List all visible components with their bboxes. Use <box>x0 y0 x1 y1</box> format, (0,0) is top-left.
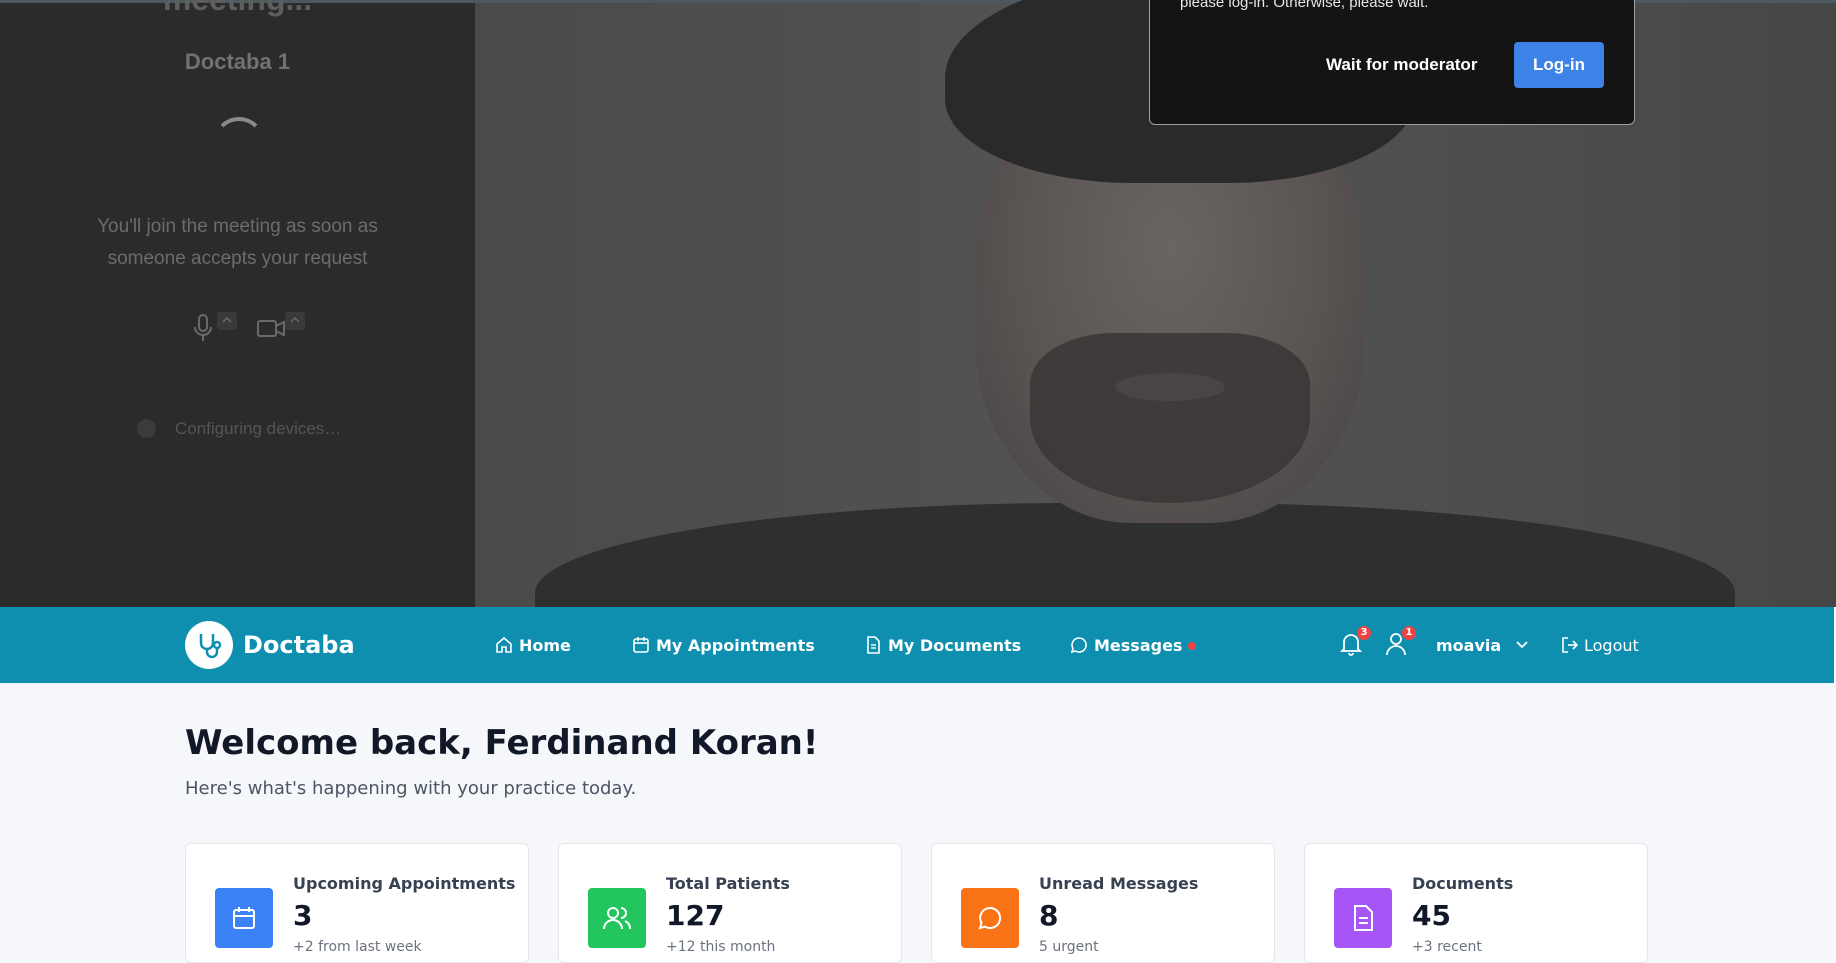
card-label: Upcoming Appointments <box>293 874 516 893</box>
configuring-status: Configuring devices… <box>175 419 342 438</box>
card-value: 45 <box>1412 899 1451 932</box>
meeting-area: meeting... Doctaba 1 You'll join the mee… <box>0 0 1836 607</box>
loading-spinner <box>213 117 265 169</box>
users-icon <box>588 888 646 948</box>
chat-icon <box>961 888 1019 948</box>
card-value: 127 <box>666 899 725 932</box>
nav-my-appointments-label: My Appointments <box>656 635 815 655</box>
camera-preview: please log-in. Otherwise, please wait. W… <box>475 0 1836 607</box>
brand[interactable]: Doctaba <box>185 621 355 669</box>
card-label: Total Patients <box>666 874 790 893</box>
brand-name: Doctaba <box>243 631 355 659</box>
chevron-up-icon <box>290 316 300 323</box>
card-note: +2 from last week <box>293 939 422 955</box>
microphone-button[interactable] <box>190 313 216 343</box>
card-value: 8 <box>1039 899 1059 932</box>
prejoin-heading: meeting... <box>0 0 475 18</box>
page-subtitle: Here's what's happening with your practi… <box>185 778 637 799</box>
notifications-button[interactable]: 3 <box>1339 626 1371 659</box>
join-message: You'll join the meeting as soon as someo… <box>97 216 378 269</box>
card-note: +3 recent <box>1412 939 1482 955</box>
stat-card-documents[interactable]: Documents 45 +3 recent <box>1304 843 1648 963</box>
nav-messages-label: Messages <box>1094 635 1183 655</box>
nav-messages[interactable]: Messages <box>1070 607 1197 683</box>
nav-my-documents[interactable]: My Documents <box>864 607 1021 683</box>
microphone-options-button[interactable] <box>217 312 237 330</box>
chat-icon <box>1070 637 1087 654</box>
unread-dot <box>1188 642 1197 650</box>
wait-for-moderator-button[interactable]: Wait for moderator <box>1314 42 1489 88</box>
user-requests-badge: 1 <box>1402 626 1416 640</box>
stethoscope-icon <box>185 621 233 669</box>
notifications-badge: 3 <box>1357 626 1371 640</box>
card-label: Documents <box>1412 874 1514 893</box>
moderator-dialog: please log-in. Otherwise, please wait. W… <box>1149 0 1635 125</box>
logout-button[interactable]: Logout <box>1560 607 1639 683</box>
card-note: 5 urgent <box>1039 939 1099 955</box>
nav-my-appointments[interactable]: My Appointments <box>632 607 815 683</box>
page-title: Welcome back, Ferdinand Koran! <box>185 723 819 763</box>
dialog-message: please log-in. Otherwise, please wait. <box>1180 0 1429 11</box>
microphone-icon <box>194 314 212 341</box>
prejoin-panel: meeting... Doctaba 1 You'll join the mee… <box>0 0 475 607</box>
user-menu[interactable]: moavia <box>1436 607 1529 683</box>
username: moavia <box>1436 635 1502 655</box>
home-icon <box>496 636 512 653</box>
nav-home-label: Home <box>519 635 571 655</box>
room-name: Doctaba 1 <box>184 49 291 74</box>
card-note: +12 this month <box>666 939 776 955</box>
chevron-down-icon <box>1516 641 1528 649</box>
calendar-icon <box>633 637 649 653</box>
document-icon <box>1334 888 1392 948</box>
camera-options-button[interactable] <box>285 312 305 330</box>
nav-my-documents-label: My Documents <box>888 635 1022 655</box>
chevron-up-icon <box>222 316 232 323</box>
calendar-icon <box>215 888 273 948</box>
card-label: Unread Messages <box>1039 874 1199 893</box>
login-button[interactable]: Log-in <box>1514 42 1604 88</box>
logout-label: Logout <box>1584 635 1639 655</box>
user-requests-button[interactable]: 1 <box>1384 626 1416 659</box>
video-figure-mouth <box>1115 373 1225 401</box>
document-icon <box>867 636 880 654</box>
video-figure-beard <box>1030 333 1310 503</box>
logout-icon <box>1562 637 1579 653</box>
camera-icon <box>257 320 285 337</box>
card-value: 3 <box>293 899 313 932</box>
stat-card-appointments[interactable]: Upcoming Appointments 3 +2 from last wee… <box>185 843 529 963</box>
stat-card-messages[interactable]: Unread Messages 8 5 urgent <box>931 843 1275 963</box>
status-indicator <box>137 419 156 438</box>
navbar: Doctaba Home My Appointments My Document… <box>0 607 1834 683</box>
stat-card-patients[interactable]: Total Patients 127 +12 this month <box>558 843 902 963</box>
nav-home[interactable]: Home <box>495 607 571 683</box>
camera-button[interactable] <box>256 313 286 343</box>
